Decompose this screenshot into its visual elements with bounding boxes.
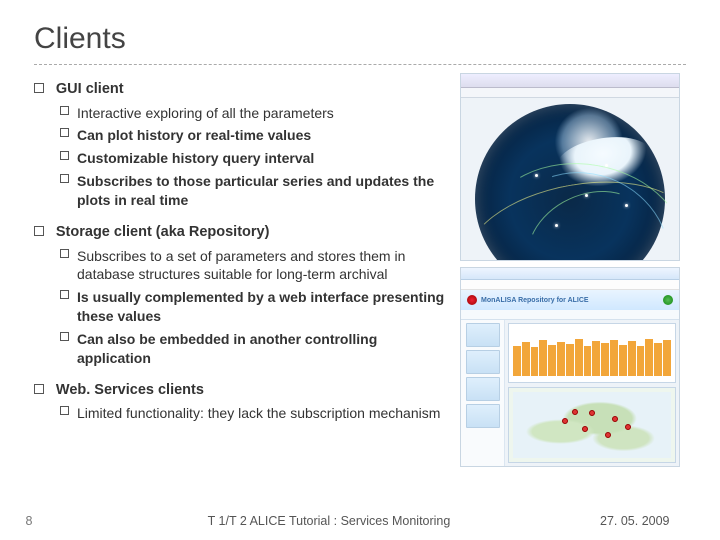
repository-title: MonALISA Repository for ALICE: [481, 297, 589, 304]
list-item: Customizable history query interval: [60, 149, 454, 168]
globe-visualization: [475, 104, 665, 261]
sub-list: Subscribes to a set of parameters and st…: [60, 247, 454, 368]
bullet-square-icon: [60, 128, 69, 137]
monalisa-logo-icon: [663, 295, 673, 305]
section-label: GUI client: [56, 81, 124, 97]
window-titlebar: [461, 74, 679, 88]
footer-date: 27. 05. 2009: [600, 514, 720, 528]
bullet-square-icon: [60, 332, 69, 341]
section-webservices: Web. Services clients Limited functional…: [34, 380, 454, 423]
list-item: Subscribes to those particular series an…: [60, 172, 454, 210]
thumbnail: [466, 377, 500, 401]
bullet-square-icon: [60, 174, 69, 183]
bullet-square-icon: [60, 249, 69, 258]
bullet-square-icon: [60, 151, 69, 160]
list-item: Limited functionality: they lack the sub…: [60, 404, 454, 423]
thumbnail: [466, 350, 500, 374]
bar-chart: [508, 323, 676, 383]
page-content: [461, 320, 679, 466]
list-item: Subscribes to a set of parameters and st…: [60, 247, 454, 285]
repository-screenshot: MonALISA Repository for ALICE: [460, 267, 680, 467]
section-label: Web. Services clients: [56, 382, 204, 398]
slide-title: Clients: [34, 22, 686, 65]
list-item: Interactive exploring of all the paramet…: [60, 104, 454, 123]
slide-footer: 8 T 1/T 2 ALICE Tutorial : Services Moni…: [0, 514, 720, 528]
left-panel: [461, 320, 505, 466]
page-header: MonALISA Repository for ALICE: [461, 290, 679, 310]
browser-titlebar: [461, 268, 679, 280]
page-menubar: [461, 310, 679, 320]
sub-list: Interactive exploring of all the paramet…: [60, 104, 454, 210]
slide-body: GUI client Interactive exploring of all …: [34, 73, 686, 467]
top-list: GUI client Interactive exploring of all …: [34, 79, 454, 423]
list-item: Is usually complemented by a web interfa…: [60, 288, 454, 326]
section-label: Storage client (aka Repository): [56, 224, 270, 240]
sub-list: Limited functionality: they lack the sub…: [60, 404, 454, 423]
window-toolbar: [461, 88, 679, 98]
gui-client-screenshot: [460, 73, 680, 261]
thumbnail: [466, 404, 500, 428]
list-item: Can also be embedded in another controll…: [60, 330, 454, 368]
alice-logo-icon: [467, 295, 477, 305]
thumbnail: [466, 323, 500, 347]
footer-center: T 1/T 2 ALICE Tutorial : Services Monito…: [58, 514, 600, 528]
image-column: MonALISA Repository for ALICE: [460, 73, 686, 467]
list-item: Can plot history or real-time values: [60, 126, 454, 145]
bullet-square-icon: [34, 226, 44, 236]
bullet-square-icon: [34, 384, 44, 394]
page-number: 8: [0, 514, 58, 528]
section-storage-client: Storage client (aka Repository) Subscrib…: [34, 222, 454, 368]
europe-map: [508, 387, 676, 463]
right-panel: [505, 320, 679, 466]
browser-addressbar: [461, 280, 679, 290]
bullet-square-icon: [60, 406, 69, 415]
slide: Clients GUI client Interactive exploring…: [0, 0, 720, 540]
bullet-square-icon: [34, 83, 44, 93]
bullet-square-icon: [60, 106, 69, 115]
text-column: GUI client Interactive exploring of all …: [34, 73, 454, 467]
section-gui-client: GUI client Interactive exploring of all …: [34, 79, 454, 210]
bullet-square-icon: [60, 290, 69, 299]
